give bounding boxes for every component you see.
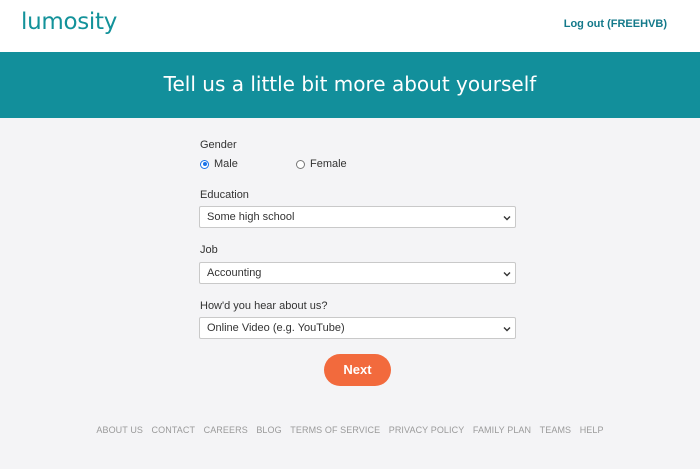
gender-female-radio[interactable]: Female xyxy=(296,158,347,170)
footer-link-privacy[interactable]: PRIVACY POLICY xyxy=(389,425,465,435)
footer-link-family-plan[interactable]: FAMILY PLAN xyxy=(473,425,531,435)
footer-link-about-us[interactable]: ABOUT US xyxy=(96,425,143,435)
gender-male-label[interactable]: Male xyxy=(214,158,238,170)
referral-source-value: Online Video (e.g. YouTube) xyxy=(207,322,345,334)
referral-source-select[interactable]: Online Video (e.g. YouTube) xyxy=(199,317,516,339)
radio-checked-icon[interactable] xyxy=(200,159,209,169)
chevron-down-icon xyxy=(503,272,511,277)
page-banner: Tell us a little bit more about yourself xyxy=(0,52,700,118)
radio-unchecked-icon[interactable] xyxy=(296,159,305,169)
footer-link-contact[interactable]: CONTACT xyxy=(152,425,196,435)
chevron-down-icon xyxy=(503,327,511,332)
page-title: Tell us a little bit more about yourself xyxy=(163,72,537,96)
footer-links: ABOUT US CONTACT CAREERS BLOG TERMS OF S… xyxy=(0,425,700,435)
education-select[interactable]: Some high school xyxy=(199,206,516,228)
job-label: Job xyxy=(200,244,218,256)
lumosity-logo[interactable]: lumosity xyxy=(21,9,117,35)
job-value: Accounting xyxy=(207,267,262,279)
job-select[interactable]: Accounting xyxy=(199,262,516,284)
education-value: Some high school xyxy=(207,211,295,223)
gender-label: Gender xyxy=(200,139,237,151)
referral-source-label: How'd you hear about us? xyxy=(200,300,328,312)
gender-female-label[interactable]: Female xyxy=(310,158,347,170)
next-button[interactable]: Next xyxy=(324,354,391,386)
footer-link-help[interactable]: HELP xyxy=(580,425,604,435)
chevron-down-icon xyxy=(503,216,511,221)
logout-link[interactable]: Log out (FREEHVB) xyxy=(564,18,667,30)
footer-link-careers[interactable]: CAREERS xyxy=(204,425,248,435)
top-bar: lumosity Log out (FREEHVB) xyxy=(0,0,700,52)
footer-link-teams[interactable]: TEAMS xyxy=(540,425,572,435)
gender-male-radio[interactable]: Male xyxy=(200,158,238,170)
gender-radio-group: Male Female xyxy=(199,158,516,172)
education-label: Education xyxy=(200,189,249,201)
footer-link-terms[interactable]: TERMS OF SERVICE xyxy=(290,425,380,435)
footer-link-blog[interactable]: BLOG xyxy=(256,425,281,435)
